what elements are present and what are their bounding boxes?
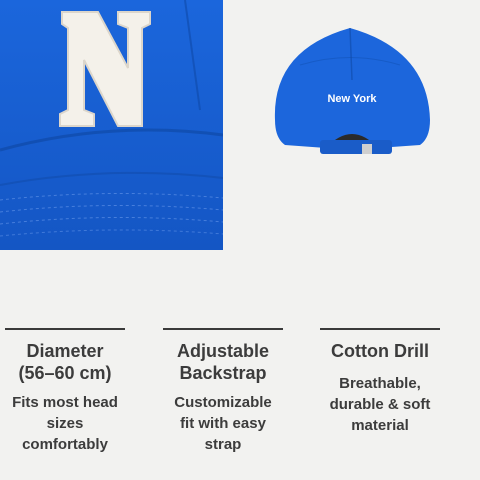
- cap-back-illustration: New York: [274, 27, 430, 154]
- cap-front-illustration: [0, 0, 223, 250]
- cap-back-photo: New York: [260, 20, 445, 170]
- feature-cotton-drill: Cotton Drill Breathable, durable & soft …: [310, 320, 450, 436]
- feature-diameter: Diameter (56–60 cm) Fits most head sizes…: [0, 320, 135, 455]
- divider: [5, 328, 125, 330]
- cap-front-photo: [0, 0, 223, 250]
- divider: [320, 328, 440, 330]
- new-york-embroidery: New York: [327, 93, 377, 105]
- feature-list: Diameter (56–60 cm) Fits most head sizes…: [0, 320, 480, 480]
- divider: [163, 328, 283, 330]
- feature-title: Diameter (56–60 cm): [18, 341, 112, 383]
- feature-title: Adjustable Backstrap: [176, 341, 269, 383]
- feature-description: Fits most head sizes comfortably: [12, 394, 118, 453]
- feature-description: Breathable, durable & soft material: [329, 375, 431, 434]
- feature-title: Cotton Drill: [331, 341, 429, 361]
- feature-backstrap: Adjustable Backstrap Customizable fit wi…: [153, 320, 293, 455]
- feature-description: Customizable fit with easy strap: [174, 394, 272, 453]
